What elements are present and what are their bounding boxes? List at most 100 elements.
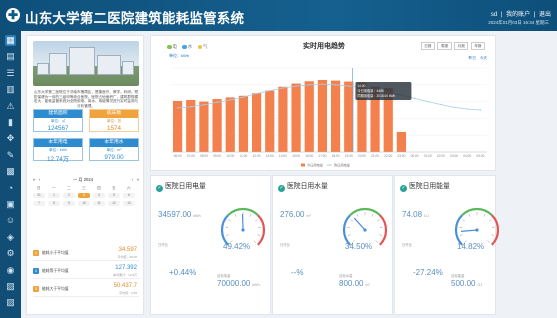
weekday-label: 六 — [127, 186, 131, 190]
gauge-tick — [350, 219, 354, 222]
battery-icon[interactable]: ▮ — [5, 117, 16, 128]
calendar-day[interactable]: 10 — [78, 201, 90, 206]
meter-icon[interactable]: ◔ — [5, 183, 16, 194]
move-icon[interactable]: ✥ — [5, 133, 16, 144]
rank-badge: 3 — [33, 286, 39, 292]
bar-today-18:00[interactable] — [330, 80, 341, 152]
calendar-icon[interactable]: ▤ — [5, 51, 16, 62]
calendar-day[interactable]: 4 — [93, 193, 105, 198]
gauge-tick — [371, 213, 374, 217]
prev-month-icon[interactable]: ‹ — [39, 177, 40, 182]
calendar-day[interactable]: 6 — [123, 193, 135, 198]
power-trend-chart: 06:00 07:00 08:00 09:00 10:00 11:00 12:00 13:00… — [171, 67, 487, 168]
metric-target-value: 800.00 — [339, 279, 364, 288]
gauge-tick — [462, 219, 466, 222]
metric-target-value: 500.00 — [451, 279, 476, 288]
gauge-percent: 14.82% — [457, 242, 485, 251]
range-year-button[interactable]: 年报 — [470, 42, 485, 50]
account-link[interactable]: 我的账户 — [506, 12, 530, 18]
range-week-button[interactable]: 周报 — [437, 42, 452, 50]
metric-icon: ✓ — [400, 185, 407, 192]
gauge-arc-segment — [220, 214, 229, 246]
x-tick-label: 13:00 — [266, 154, 274, 158]
metric-energy-panel: ✓ 医院日用能量 74.08 GJ 日环比 -27.24% 目标能量 500.00 GJ 14.8… — [394, 175, 500, 315]
calendar-day[interactable]: 13 — [123, 201, 135, 206]
next-year-icon[interactable]: » — [137, 177, 139, 182]
bar-today-13:00[interactable] — [265, 90, 275, 152]
legend-label-yesterday[interactable]: 昨日用电量 — [334, 163, 351, 168]
legend-label-today[interactable]: 今日用电量 — [307, 163, 324, 168]
bar-today-10:00[interactable] — [225, 97, 235, 152]
header-date: 2024年01月03日 16:34 星期三 — [488, 20, 549, 25]
metric-ratio: -27.24% — [413, 268, 443, 277]
range-day-button[interactable]: 日报 — [420, 42, 435, 50]
edit-icon[interactable]: ✎ — [5, 150, 16, 161]
bar-today-11:00[interactable] — [238, 95, 249, 152]
target-label: 目标能量 — [451, 274, 465, 278]
calendar-day[interactable]: 11 — [93, 201, 105, 206]
report-icon[interactable]: ▨ — [5, 297, 16, 308]
gauge-tick — [468, 213, 471, 217]
chart-unit: 单位：kWh — [169, 53, 189, 58]
gear-icon[interactable]: ⚙ — [5, 248, 16, 259]
calendar-day[interactable]: 3 — [78, 193, 90, 198]
x-tick-label: 19:00 — [345, 154, 353, 158]
gauge-tick — [379, 234, 383, 236]
hospital-logo-icon: ✚ — [6, 8, 20, 22]
map-icon[interactable]: ◈ — [5, 232, 16, 243]
list-icon[interactable]: ☰ — [5, 68, 16, 79]
metric-water-panel: ✓ 医院日用水量 276.00 m³ 日环比 --% 目标水量 800.00 m³ 34.50% — [272, 175, 393, 315]
chart-icon[interactable]: ▥ — [5, 84, 16, 95]
weekday-label: 一 — [52, 186, 56, 190]
range-month-button[interactable]: 月报 — [454, 42, 469, 50]
bar-today-12:00[interactable] — [251, 93, 262, 152]
metric-electricity-panel: ✓ 医院日用电量 34597.00 kWh 日环比 +0.44% 目标电量 70000.00 k… — [150, 175, 271, 315]
x-tick-label: 17:00 — [318, 154, 326, 158]
energy-summary-row: 2 能耗等于平均值 127.392 本月累计：12.9万 — [33, 264, 139, 279]
chart-legend: 今日用电量 昨日用电量 — [301, 163, 351, 168]
bar-today-07:00[interactable] — [186, 99, 196, 152]
stat-unit: 单位：kWh — [49, 148, 67, 152]
calendar-day[interactable]: 8 — [48, 201, 60, 206]
point-yesterday-02:00 — [440, 103, 442, 106]
logout-link[interactable]: 退出 — [539, 12, 551, 18]
grid-icon[interactable]: ▦ — [5, 35, 16, 46]
prev-year-icon[interactable]: « — [33, 177, 35, 182]
calendar-day[interactable]: 1 — [48, 193, 60, 198]
gauge-tick — [257, 234, 261, 236]
next-month-icon[interactable]: › — [132, 177, 133, 182]
top-header: ✚ 山东大学第二医院建筑能耗监管系统 sd | 我的账户 | 退出 2024年0… — [0, 0, 557, 31]
bar-today-19:00[interactable] — [344, 81, 354, 152]
bar-today-15:00[interactable] — [291, 83, 301, 152]
document-icon[interactable]: ▧ — [5, 281, 16, 292]
stat-beds: 病床数 单位：张 1574 — [89, 109, 139, 132]
calendar-day[interactable]: 2 — [63, 193, 75, 198]
stats-icon[interactable]: ▩ — [5, 166, 16, 177]
user-icon[interactable]: ☺ — [5, 215, 16, 226]
bar-today-17:00[interactable] — [317, 79, 328, 152]
metric-target-unit: GJ — [477, 283, 483, 287]
metric-target: 70000.00 kWh — [217, 279, 260, 288]
alert-icon[interactable]: ⚠ — [5, 101, 16, 112]
calendar-day[interactable]: 7 — [33, 201, 45, 206]
calendar-day[interactable]: 12 — [108, 201, 120, 206]
stat-label: 本年用水 — [90, 139, 138, 147]
bar-today-08:00[interactable] — [199, 101, 209, 152]
building-icon[interactable]: ▣ — [5, 199, 16, 210]
x-tick-label: 05:00 — [476, 154, 484, 158]
gauge-tick — [376, 219, 380, 222]
gauge-tick — [228, 219, 232, 222]
weekday-label: 日 — [37, 186, 41, 190]
x-tick-label: 16:00 — [305, 154, 313, 158]
point-yesterday-11:00 — [242, 96, 245, 98]
gauge-hub — [475, 228, 479, 232]
bar-today-09:00[interactable] — [212, 99, 222, 152]
calendar-day[interactable]: 9 — [63, 201, 75, 206]
user-link[interactable]: sd — [491, 12, 497, 18]
camera-icon[interactable]: ◉ — [5, 265, 16, 276]
bar-today-14:00[interactable] — [278, 86, 288, 152]
calendar-day[interactable]: 31 — [33, 193, 45, 198]
bar-today-23:00[interactable] — [396, 131, 407, 152]
calendar-day[interactable]: 5 — [108, 193, 120, 198]
bar-today-16:00[interactable] — [304, 81, 314, 152]
